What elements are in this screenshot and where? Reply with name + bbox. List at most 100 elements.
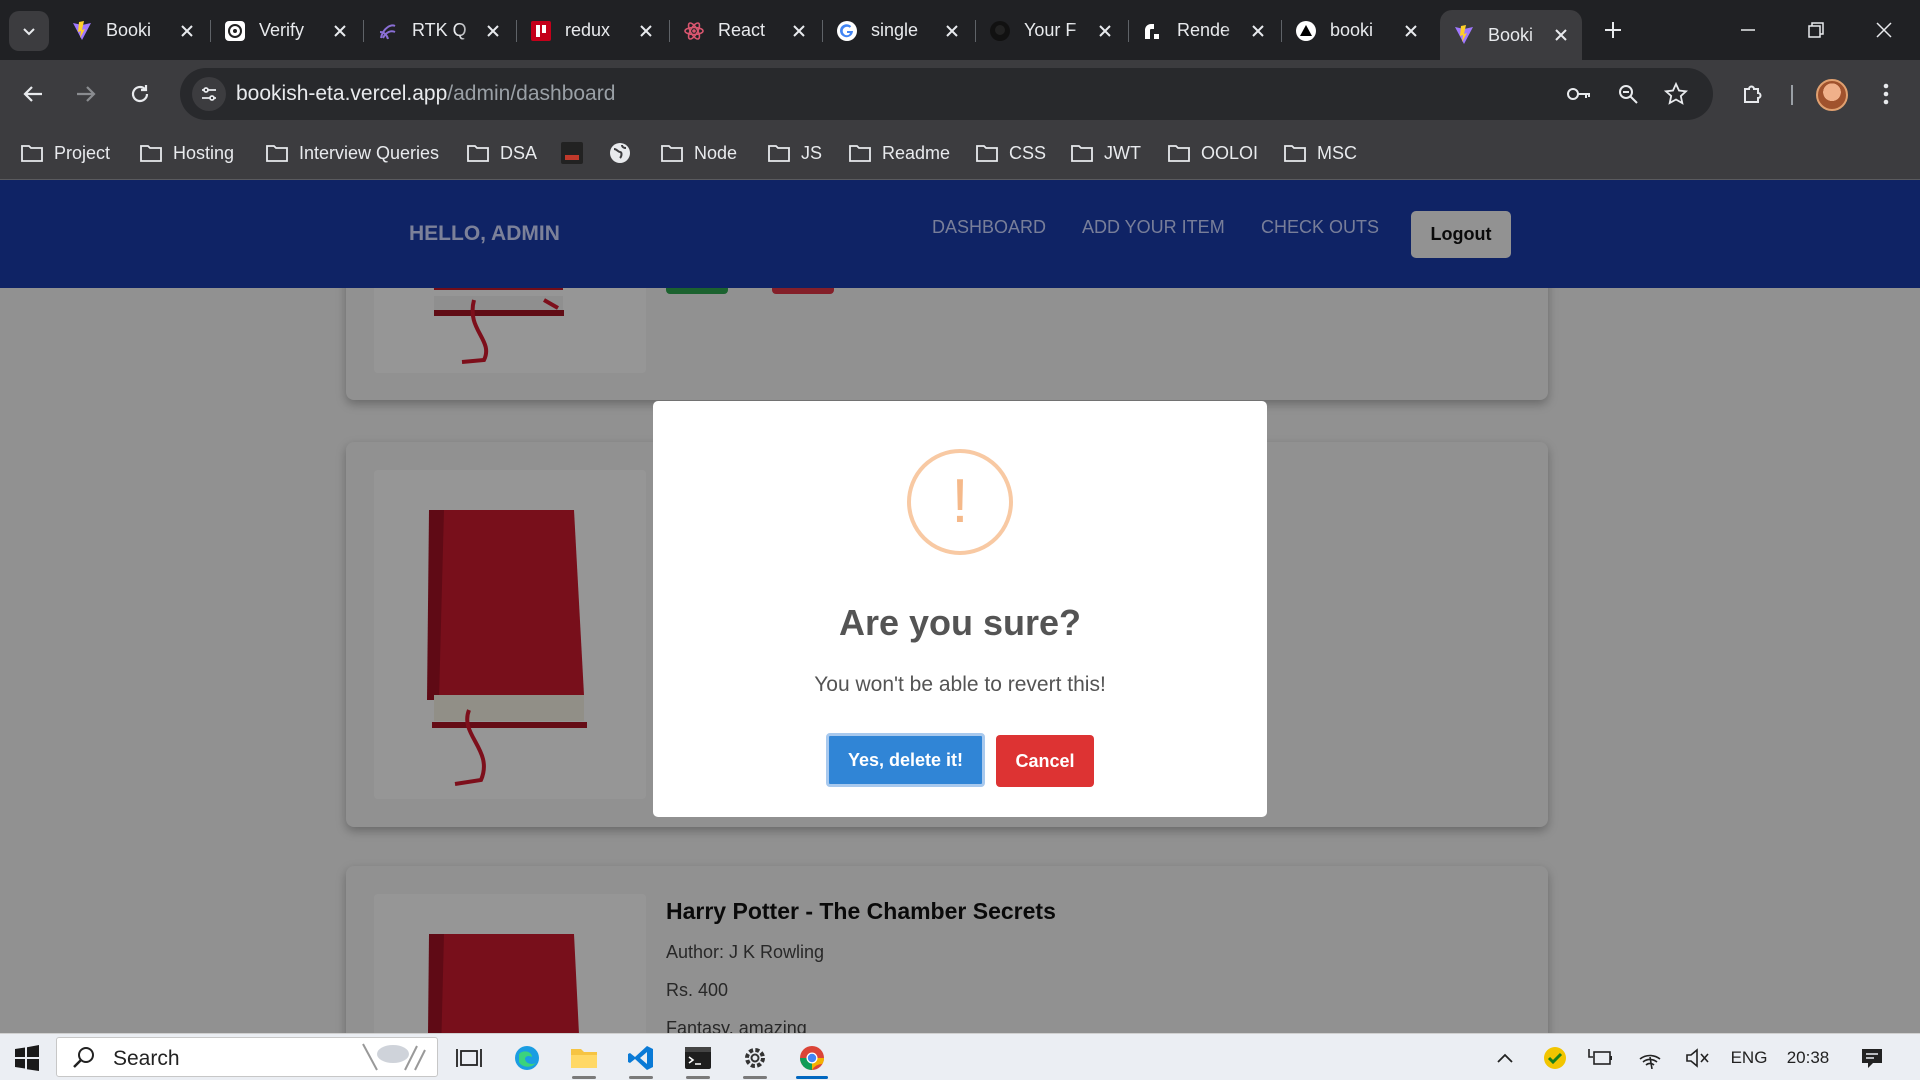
start-button[interactable]: [0, 1034, 54, 1080]
tune-icon: [202, 87, 216, 101]
globe-icon: [608, 141, 632, 165]
close-icon[interactable]: [1096, 22, 1114, 40]
bookmark-site[interactable]: [560, 138, 594, 168]
tab-label: Booki: [106, 20, 152, 40]
bookmark-folder[interactable]: CSS: [975, 138, 1046, 168]
task-view-icon: [456, 1048, 482, 1067]
bookmark-folder[interactable]: Node: [660, 138, 737, 168]
menu-button[interactable]: [1866, 74, 1906, 114]
close-icon[interactable]: [637, 22, 655, 40]
bookmark-site[interactable]: [608, 138, 642, 168]
vscode-app[interactable]: [615, 1034, 667, 1080]
bookmark-folder[interactable]: DSA: [466, 138, 537, 168]
new-tab-button[interactable]: [1597, 14, 1629, 46]
language-indicator[interactable]: ENG: [1728, 1034, 1770, 1080]
reload-button[interactable]: [120, 74, 160, 114]
close-icon[interactable]: [484, 22, 502, 40]
bookmark-label: MSC: [1317, 142, 1357, 163]
bookmark-folder[interactable]: OOLOI: [1167, 138, 1258, 168]
browser-tab[interactable]: Verify: [211, 10, 361, 51]
url-text[interactable]: bookish-eta.vercel.app/admin/dashboard: [236, 82, 615, 106]
extensions-button[interactable]: [1733, 74, 1773, 114]
terminal-app[interactable]: [672, 1034, 724, 1080]
close-icon[interactable]: [178, 22, 196, 40]
arrow-right-icon: [77, 86, 96, 102]
profile-avatar[interactable]: [1816, 79, 1848, 111]
settings-app[interactable]: [729, 1034, 781, 1080]
browser-tab[interactable]: booki: [1282, 10, 1432, 51]
folder-icon: [466, 143, 490, 163]
bookmark-label: Interview Queries: [299, 142, 440, 163]
folder-icon: [660, 143, 684, 163]
tab-search-button[interactable]: [9, 11, 49, 51]
zoom-icon[interactable]: [1613, 79, 1643, 109]
bookmark-folder[interactable]: Hosting: [139, 138, 234, 168]
dialog-title: Are you sure?: [838, 602, 1082, 643]
close-icon[interactable]: [1249, 22, 1267, 40]
close-icon[interactable]: [331, 22, 349, 40]
bookmark-folder[interactable]: JWT: [1070, 138, 1141, 168]
edge-app[interactable]: [501, 1034, 553, 1080]
notification-icon: [1862, 1048, 1882, 1068]
notifications-button[interactable]: [1854, 1034, 1890, 1080]
minimize-button[interactable]: [1720, 10, 1776, 50]
browser-tab[interactable]: Your F: [976, 10, 1126, 51]
browser-tab[interactable]: redux: [517, 10, 667, 51]
bookmark-folder[interactable]: JS: [767, 138, 822, 168]
search-icon: [73, 1047, 94, 1068]
wifi-icon[interactable]: [1636, 1034, 1666, 1080]
confirm-delete-dialog: ! Are you sure? You won't be able to rev…: [653, 401, 1267, 817]
browser-tab[interactable]: Booki: [58, 10, 208, 51]
close-icon[interactable]: [790, 22, 808, 40]
close-window-button[interactable]: [1856, 10, 1912, 50]
browser-tab[interactable]: Rende: [1129, 10, 1279, 51]
browser-tab[interactable]: React: [670, 10, 820, 51]
close-icon[interactable]: [1552, 26, 1570, 44]
folder-icon: [848, 143, 872, 163]
bookmark-label: DSA: [500, 142, 538, 163]
bookmark-star-icon[interactable]: [1661, 79, 1691, 109]
browser-tab-active[interactable]: Booki: [1440, 10, 1582, 60]
task-view-button[interactable]: [443, 1034, 495, 1080]
site-info-button[interactable]: [192, 77, 226, 111]
close-icon: [1876, 22, 1892, 38]
google-icon: [835, 19, 859, 43]
more-vert-icon: [1883, 83, 1889, 105]
bookmark-folder[interactable]: MSC: [1283, 138, 1357, 168]
site-icon: [560, 141, 584, 165]
restore-button[interactable]: [1788, 10, 1844, 50]
close-icon[interactable]: [1402, 22, 1420, 40]
bookmark-folder[interactable]: Interview Queries: [265, 138, 439, 168]
plus-icon: [1605, 22, 1621, 38]
dialog-message: You won't be able to revert this!: [814, 673, 1106, 696]
battery-icon[interactable]: [1586, 1034, 1616, 1080]
terminal-icon: [685, 1046, 711, 1069]
bookmark-folder[interactable]: Readme: [848, 138, 950, 168]
clock[interactable]: 20:38: [1781, 1034, 1835, 1080]
taskbar-search[interactable]: Search: [56, 1037, 438, 1077]
back-button[interactable]: [13, 74, 53, 114]
browser-tab[interactable]: single: [823, 10, 973, 51]
bookmark-folder[interactable]: Project: [20, 138, 110, 168]
show-hidden-icons-button[interactable]: [1490, 1034, 1520, 1080]
close-icon[interactable]: [943, 22, 961, 40]
confirm-delete-button[interactable]: Yes, delete it!: [826, 733, 985, 787]
file-explorer-app[interactable]: [558, 1034, 610, 1080]
volume-muted-icon[interactable]: [1683, 1034, 1713, 1080]
browser-tab[interactable]: RTK Q: [364, 10, 514, 51]
address-bar[interactable]: bookish-eta.vercel.app/admin/dashboard: [180, 68, 1713, 120]
rtk-icon: [376, 19, 400, 43]
folder-icon: [265, 143, 289, 163]
puzzle-icon: [1744, 85, 1762, 103]
tab-strip: Booki Verify RTK Q redux React single Yo…: [0, 0, 1920, 60]
tray-app-icon[interactable]: [1540, 1034, 1570, 1080]
forward-button[interactable]: [66, 74, 106, 114]
netlify-icon: [529, 19, 553, 43]
search-highlight-icon: [362, 1043, 426, 1071]
bookmark-label: Project: [54, 142, 111, 163]
folder-icon: [767, 143, 791, 163]
password-key-icon[interactable]: [1564, 79, 1594, 109]
bookmarks-bar: Project Hosting Interview Queries DSA No…: [0, 128, 1920, 180]
cancel-button[interactable]: Cancel: [996, 735, 1094, 787]
chrome-app[interactable]: [786, 1034, 838, 1080]
